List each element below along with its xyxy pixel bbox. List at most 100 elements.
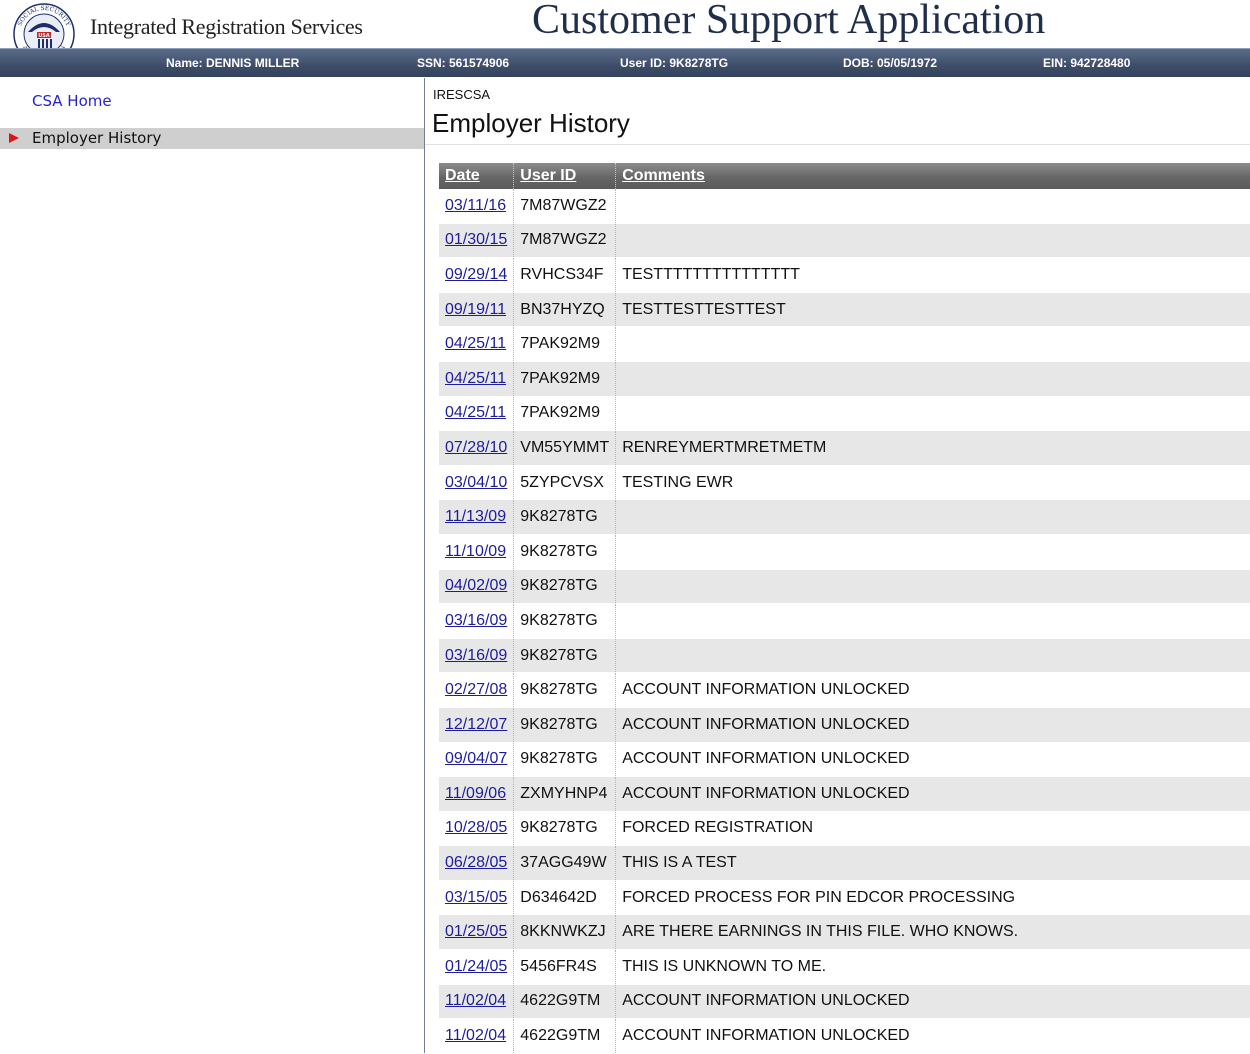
user-id-cell: 7PAK92M9 bbox=[513, 326, 617, 362]
customer-user-id: User ID: 9K8278TG bbox=[620, 56, 729, 70]
table-row: 11/02/04 4622G9TM ACCOUNT INFORMATION UNLO… bbox=[439, 1018, 1250, 1054]
date-cell: 04/02/09 bbox=[439, 569, 515, 605]
comments-cell: TESTTTTTTTTTTTTTTT bbox=[615, 257, 1250, 293]
comments-cell bbox=[615, 396, 1250, 432]
table-row: 03/15/05 D634642D FORCED PROCESS FOR PIN E… bbox=[439, 880, 1250, 916]
date-link[interactable]: 10/28/05 bbox=[445, 819, 507, 836]
comments-cell: THIS IS UNKNOWN TO ME. bbox=[615, 949, 1250, 985]
comments-cell: ACCOUNT INFORMATION UNLOCKED bbox=[615, 984, 1250, 1020]
column-header-comments[interactable]: Comments bbox=[615, 163, 1250, 189]
app-header: USA SOCIAL SECURITY ADMINISTRATION Integ… bbox=[0, 0, 1250, 65]
user-id-cell: 4622G9TM bbox=[513, 1018, 617, 1054]
comments-cell: ACCOUNT INFORMATION UNLOCKED bbox=[615, 776, 1250, 812]
date-cell: 11/10/09 bbox=[439, 534, 515, 570]
user-id-cell: 7PAK92M9 bbox=[513, 396, 617, 432]
date-link[interactable]: 04/25/11 bbox=[445, 335, 506, 352]
date-link[interactable]: 09/29/14 bbox=[445, 266, 507, 283]
user-id-cell: 9K8278TG bbox=[513, 742, 617, 778]
comments-cell: ACCOUNT INFORMATION UNLOCKED bbox=[615, 672, 1250, 708]
user-id-cell: 9K8278TG bbox=[513, 707, 617, 743]
heading-divider bbox=[425, 144, 1250, 145]
date-link[interactable]: 09/19/11 bbox=[445, 301, 506, 318]
user-id-cell: 37AGG49W bbox=[513, 845, 617, 881]
date-cell: 11/02/04 bbox=[439, 1018, 515, 1054]
comments-cell bbox=[615, 189, 1250, 224]
sidebar-item-csa-home[interactable]: CSA Home bbox=[32, 92, 112, 110]
comments-cell: FORCED REGISTRATION bbox=[615, 811, 1250, 847]
svg-text:USA: USA bbox=[38, 33, 50, 39]
date-link[interactable]: 03/15/05 bbox=[445, 889, 507, 906]
date-cell: 03/15/05 bbox=[439, 880, 515, 916]
date-cell: 11/09/06 bbox=[439, 776, 515, 812]
date-link[interactable]: 11/02/04 bbox=[445, 992, 506, 1009]
user-id-cell: RVHCS34F bbox=[513, 257, 617, 293]
date-cell: 12/12/07 bbox=[439, 707, 515, 743]
date-link[interactable]: 04/02/09 bbox=[445, 577, 507, 594]
employer-history-table: Date User ID Comments 03/11/16 7M87WGZ2 01… bbox=[439, 163, 1250, 1054]
user-id-cell: 7PAK92M9 bbox=[513, 361, 617, 397]
date-cell: 09/29/14 bbox=[439, 257, 515, 293]
date-cell: 03/04/10 bbox=[439, 465, 515, 501]
customer-name: Name: DENNIS MILLER bbox=[166, 56, 300, 70]
date-link[interactable]: 04/25/11 bbox=[445, 370, 506, 387]
comments-cell bbox=[615, 361, 1250, 397]
date-link[interactable]: 03/16/09 bbox=[445, 612, 507, 629]
table-header-row: Date User ID Comments bbox=[439, 163, 1250, 189]
user-id-cell: 9K8278TG bbox=[513, 603, 617, 639]
user-id-cell: ZXMYHNP4 bbox=[513, 776, 617, 812]
date-link[interactable]: 11/09/06 bbox=[445, 785, 506, 802]
table-row: 10/28/05 9K8278TG FORCED REGISTRATION bbox=[439, 811, 1250, 847]
date-link[interactable]: 01/24/05 bbox=[445, 958, 507, 975]
date-link[interactable]: 09/04/07 bbox=[445, 750, 507, 767]
date-cell: 06/28/05 bbox=[439, 845, 515, 881]
comments-cell bbox=[615, 603, 1250, 639]
user-id-cell: 5456FR4S bbox=[513, 949, 617, 985]
column-header-date[interactable]: Date bbox=[439, 163, 515, 189]
main-content: IRESCSA Employer History Date User ID Co… bbox=[425, 78, 1250, 1054]
table-row: 01/25/05 8KKNWKZJ ARE THERE EARNINGS IN TH… bbox=[439, 914, 1250, 951]
date-link[interactable]: 03/16/09 bbox=[445, 647, 507, 664]
date-link[interactable]: 01/25/05 bbox=[445, 923, 507, 940]
user-id-cell: 4622G9TM bbox=[513, 984, 617, 1020]
date-link[interactable]: 02/27/08 bbox=[445, 681, 507, 698]
table-row: 04/25/11 7PAK92M9 bbox=[439, 361, 1250, 397]
sort-date-link[interactable]: Date bbox=[445, 167, 480, 184]
table-row: 12/12/07 9K8278TG ACCOUNT INFORMATION UNLO… bbox=[439, 707, 1250, 743]
table-row: 09/04/07 9K8278TG ACCOUNT INFORMATION UNLO… bbox=[439, 742, 1250, 778]
comments-cell bbox=[615, 569, 1250, 605]
date-link[interactable]: 01/30/15 bbox=[445, 231, 507, 248]
table-row: 09/29/14 RVHCS34F TESTTTTTTTTTTTTTTT bbox=[439, 257, 1250, 293]
comments-cell bbox=[615, 534, 1250, 570]
date-cell: 09/19/11 bbox=[439, 292, 515, 328]
date-link[interactable]: 04/25/11 bbox=[445, 404, 506, 421]
date-link[interactable]: 11/02/04 bbox=[445, 1027, 506, 1044]
sort-user-id-link[interactable]: User ID bbox=[520, 167, 576, 184]
table-row: 04/02/09 9K8278TG bbox=[439, 569, 1250, 605]
date-link[interactable]: 06/28/05 bbox=[445, 854, 507, 871]
comments-cell: ACCOUNT INFORMATION UNLOCKED bbox=[615, 1018, 1250, 1054]
user-id-cell: D634642D bbox=[513, 880, 617, 916]
table-row: 04/25/11 7PAK92M9 bbox=[439, 396, 1250, 432]
date-cell: 04/25/11 bbox=[439, 396, 515, 432]
page-title: Employer History bbox=[432, 108, 630, 138]
table-row: 02/27/08 9K8278TG ACCOUNT INFORMATION UNLO… bbox=[439, 672, 1250, 708]
date-link[interactable]: 12/12/07 bbox=[445, 716, 507, 733]
comments-cell: ARE THERE EARNINGS IN THIS FILE. WHO KNO… bbox=[615, 914, 1250, 951]
date-cell: 11/13/09 bbox=[439, 499, 515, 535]
date-cell: 07/28/10 bbox=[439, 430, 515, 466]
date-link[interactable]: 11/10/09 bbox=[445, 543, 506, 560]
column-header-user-id[interactable]: User ID bbox=[513, 163, 617, 189]
date-link[interactable]: 11/13/09 bbox=[445, 508, 506, 525]
date-link[interactable]: 07/28/10 bbox=[445, 439, 507, 456]
date-link[interactable]: 03/11/16 bbox=[445, 197, 506, 214]
comments-cell: THIS IS A TEST bbox=[615, 845, 1250, 881]
table-row: 11/10/09 9K8278TG bbox=[439, 534, 1250, 570]
date-link[interactable]: 03/04/10 bbox=[445, 474, 507, 491]
sort-comments-link[interactable]: Comments bbox=[622, 167, 705, 184]
date-cell: 01/25/05 bbox=[439, 914, 515, 951]
user-id-cell: 9K8278TG bbox=[513, 499, 617, 535]
user-id-cell: 5ZYPCVSX bbox=[513, 465, 617, 501]
sidebar-item-employer-history[interactable]: Employer History bbox=[0, 128, 424, 149]
user-id-cell: VM55YMMT bbox=[513, 430, 617, 466]
table-row: 11/02/04 4622G9TM ACCOUNT INFORMATION UNLO… bbox=[439, 984, 1250, 1020]
